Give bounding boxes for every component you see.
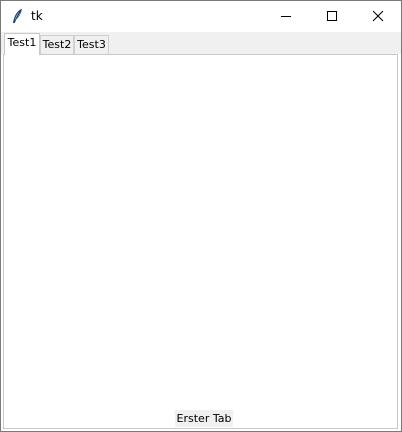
maximize-icon bbox=[326, 7, 338, 26]
panel-label: Erster Tab bbox=[175, 410, 233, 427]
title-bar[interactable]: tk bbox=[1, 1, 401, 32]
close-icon bbox=[372, 7, 384, 26]
tab-panel: Erster Tab bbox=[3, 54, 398, 429]
window-title: tk bbox=[31, 9, 43, 23]
tk-feather-icon bbox=[11, 8, 23, 24]
minimize-icon bbox=[280, 7, 292, 26]
minimize-button[interactable] bbox=[263, 1, 309, 32]
close-button[interactable] bbox=[355, 1, 401, 32]
app-window: tk Test1 Test2 Test3 Erster Tab bbox=[0, 0, 402, 432]
tab-bar: Test1 Test2 Test3 bbox=[1, 32, 401, 55]
tab-test2[interactable]: Test2 bbox=[40, 35, 74, 54]
maximize-button[interactable] bbox=[309, 1, 355, 32]
tab-test3[interactable]: Test3 bbox=[74, 35, 109, 54]
tab-test1[interactable]: Test1 bbox=[4, 33, 40, 55]
